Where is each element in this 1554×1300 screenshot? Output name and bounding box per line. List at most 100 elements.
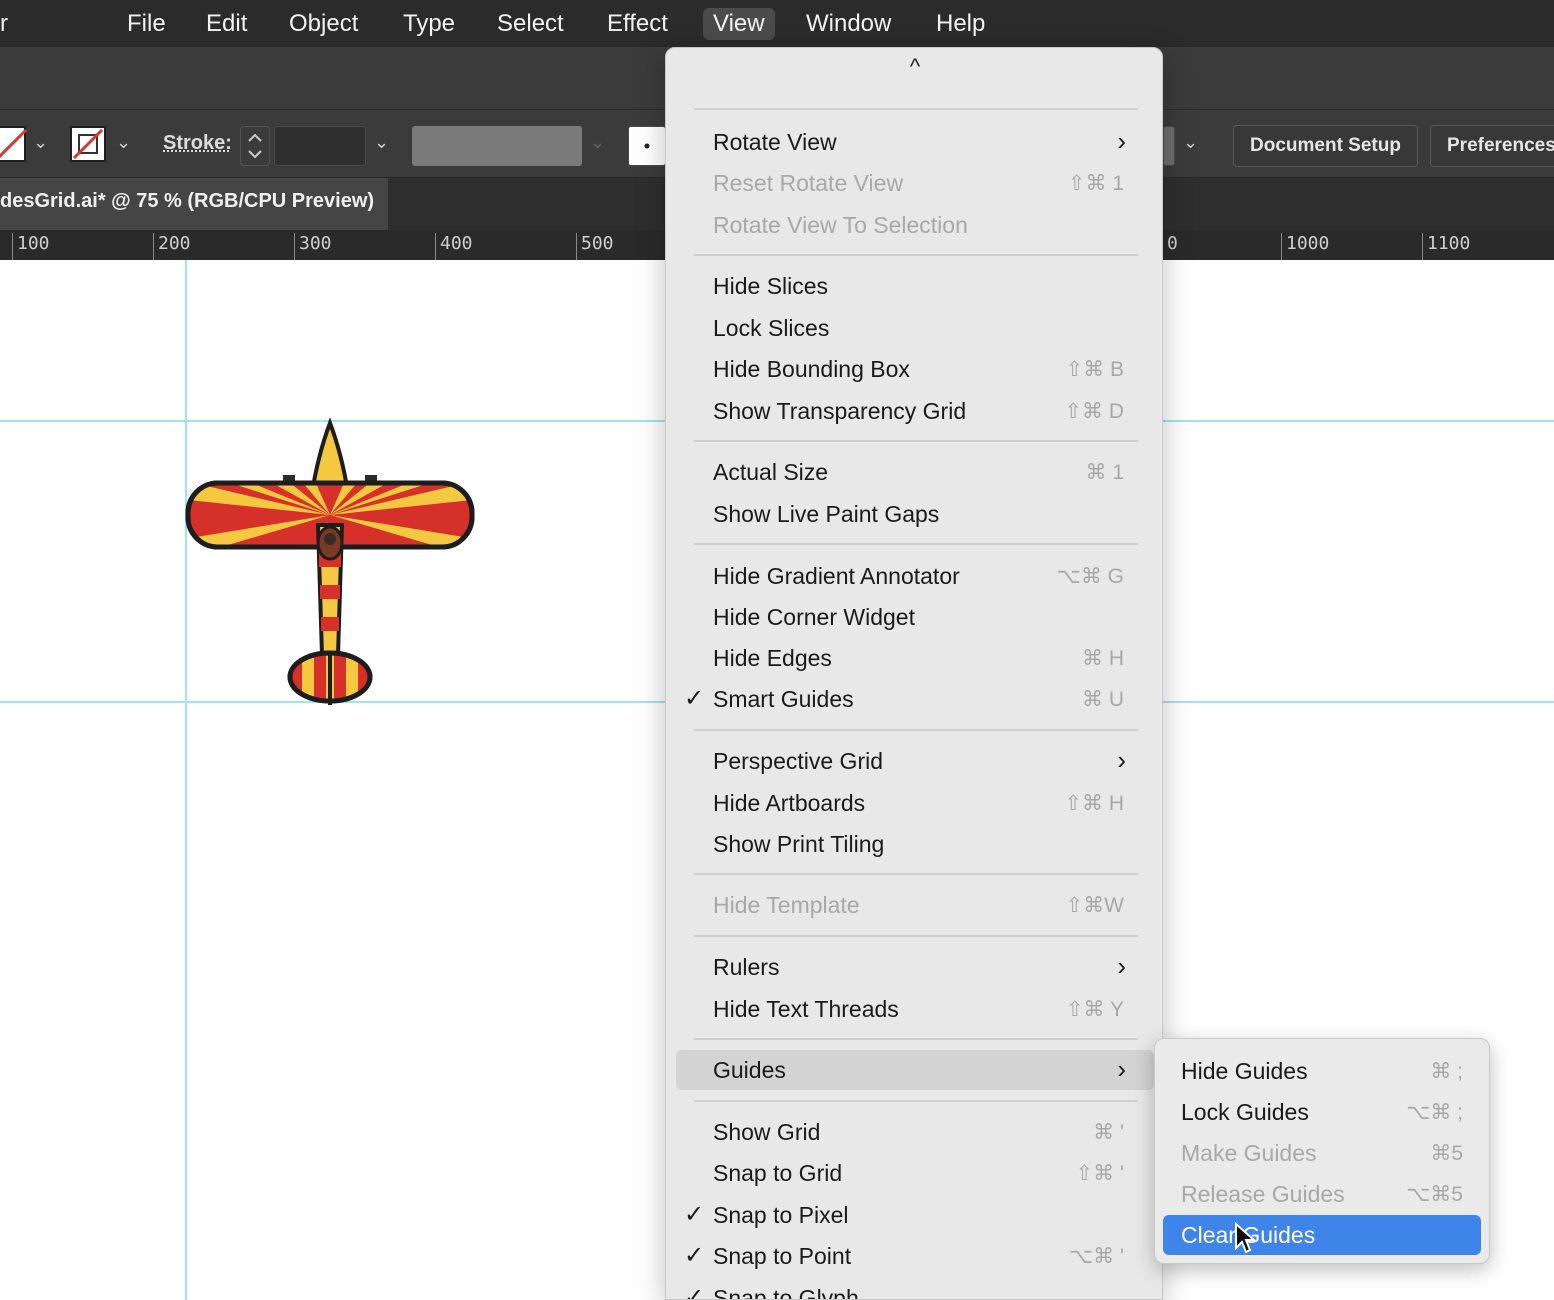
menu-item-label: Show Transparency Grid — [713, 398, 967, 424]
chevron-down-icon[interactable]: ⌄ — [374, 132, 389, 153]
chevron-down-icon[interactable]: ⌄ — [1183, 132, 1198, 153]
menu-type[interactable]: Type — [393, 8, 465, 40]
menu-item-shortcut: ⌘ H — [1082, 647, 1124, 670]
brush-definition[interactable] — [628, 126, 666, 166]
app-menu-fragment[interactable]: r — [0, 10, 8, 38]
chevron-right-icon: › — [1117, 951, 1126, 981]
menu-item-show-transparency-grid[interactable]: Show Transparency Grid ⇧⌘ D — [676, 391, 1154, 431]
menu-item-hide-artboards[interactable]: Hide Artboards ⇧⌘ H — [676, 783, 1154, 823]
menu-item-rotate-view[interactable]: Rotate View › — [676, 122, 1154, 162]
menu-window[interactable]: Window — [796, 8, 901, 40]
menu-item-lock-slices[interactable]: Lock Slices — [676, 308, 1154, 348]
menu-item-rotate-view-to-selection[interactable]: Rotate View To Selection — [676, 205, 1154, 245]
menu-item-snap-to-grid[interactable]: Snap to Grid ⇧⌘ ' — [676, 1153, 1154, 1193]
menu-item-hide-corner-widget[interactable]: Hide Corner Widget — [676, 597, 1154, 637]
menu-edit[interactable]: Edit — [196, 8, 257, 40]
menu-separator — [694, 935, 1138, 937]
stroke-label[interactable]: Stroke: — [163, 132, 232, 155]
dot-icon — [644, 143, 650, 149]
menu-item-actual-size[interactable]: Actual Size ⌘ 1 — [676, 452, 1154, 492]
menu-item-hide-gradient-annotator[interactable]: Hide Gradient Annotator ⌥⌘ G — [676, 556, 1154, 596]
guides-submenu: Hide Guides ⌘ ; Lock Guides ⌥⌘ ; Make Gu… — [1154, 1038, 1490, 1264]
menu-item-label: Guides — [713, 1057, 786, 1083]
menu-file[interactable]: File — [117, 8, 176, 40]
document-setup-button[interactable]: Document Setup — [1233, 125, 1418, 167]
menu-view[interactable]: View — [703, 8, 775, 40]
ruler-tick: 1000 — [1281, 233, 1329, 260]
menu-item-snap-to-pixel[interactable]: ✓ Snap to Pixel — [676, 1195, 1154, 1235]
menu-item-hide-text-threads[interactable]: Hide Text Threads ⇧⌘ Y — [676, 989, 1154, 1029]
menu-item-show-print-tiling[interactable]: Show Print Tiling — [676, 824, 1154, 864]
menu-item-shortcut: ⌘ U — [1082, 688, 1124, 711]
submenu-item-clear-guides[interactable]: Clear Guides — [1163, 1215, 1481, 1255]
menu-item-show-grid[interactable]: Show Grid ⌘ ' — [676, 1112, 1154, 1152]
menu-item-hide-slices[interactable]: Hide Slices — [676, 266, 1154, 306]
chevron-right-icon: › — [1117, 126, 1126, 156]
chevron-right-icon: › — [1117, 745, 1126, 775]
preferences-button[interactable]: Preferences — [1430, 125, 1554, 167]
airplane-artwork[interactable] — [180, 415, 480, 710]
menu-separator — [694, 1038, 1138, 1040]
menu-item-shortcut: ⌥⌘ ' — [1068, 1245, 1124, 1268]
menu-item-label: Show Print Tiling — [713, 831, 885, 857]
menu-item-smart-guides[interactable]: ✓ Smart Guides ⌘ U — [676, 679, 1154, 719]
chevron-down-icon[interactable]: ⌄ — [116, 132, 131, 153]
style-field[interactable] — [1163, 126, 1175, 166]
menu-item-label: Lock Slices — [713, 315, 830, 341]
chevron-down-icon[interactable]: ⌄ — [33, 132, 48, 153]
menu-item-label: Hide Corner Widget — [713, 604, 915, 630]
submenu-item-lock-guides[interactable]: Lock Guides ⌥⌘ ; — [1163, 1092, 1481, 1132]
checkmark-icon: ✓ — [684, 685, 705, 712]
menu-item-label: Hide Text Threads — [713, 996, 899, 1022]
menu-separator — [694, 1100, 1138, 1102]
document-tab-title: desGrid.ai* @ 75 % (RGB/CPU Preview) — [0, 190, 375, 212]
stroke-weight-stepper[interactable] — [240, 126, 270, 166]
menu-help[interactable]: Help — [926, 8, 995, 40]
menu-effect[interactable]: Effect — [597, 8, 678, 40]
no-stroke-icon — [72, 128, 104, 160]
stroke-weight-field[interactable] — [274, 126, 366, 166]
menu-item-shortcut: ⇧⌘ B — [1065, 358, 1124, 381]
menu-item-label: Make Guides — [1181, 1140, 1317, 1166]
menu-item-snap-to-glyph[interactable]: ✓ Snap to Glyph — [676, 1278, 1154, 1299]
menu-select[interactable]: Select — [487, 8, 574, 40]
menu-item-shortcut: ⇧⌘ ' — [1075, 1162, 1124, 1185]
menu-item-shortcut: ⇧⌘ Y — [1065, 998, 1124, 1021]
fill-swatch[interactable] — [0, 126, 28, 162]
menu-item-label: Snap to Point — [713, 1243, 852, 1269]
menu-item-label: Show Live Paint Gaps — [713, 501, 940, 527]
menu-item-shortcut: ⇧⌘ 1 — [1067, 172, 1124, 195]
menu-item-guides[interactable]: Guides › — [676, 1050, 1154, 1090]
menu-item-shortcut: ⌥⌘ G — [1056, 565, 1124, 588]
stroke-swatch[interactable] — [70, 126, 106, 162]
menu-scroll-up-icon[interactable]: ^ — [666, 54, 1162, 80]
menu-separator — [694, 254, 1138, 256]
menu-object[interactable]: Object — [279, 8, 368, 40]
menu-item-reset-rotate-view[interactable]: Reset Rotate View ⇧⌘ 1 — [676, 163, 1154, 203]
menu-item-label: Rotate View — [713, 129, 837, 155]
ruler-tick: 0 — [1167, 233, 1178, 254]
menu-item-shortcut: ⌥⌘5 — [1406, 1183, 1463, 1206]
menu-item-label: Lock Guides — [1181, 1099, 1309, 1125]
submenu-item-release-guides[interactable]: Release Guides ⌥⌘5 — [1163, 1174, 1481, 1214]
menu-item-shortcut: ⌘ ; — [1430, 1060, 1463, 1083]
chevron-down-icon[interactable]: ⌄ — [590, 132, 605, 153]
menu-item-label: Hide Edges — [713, 645, 832, 671]
menu-item-hide-bounding-box[interactable]: Hide Bounding Box ⇧⌘ B — [676, 349, 1154, 389]
menu-item-label: Rulers — [713, 954, 780, 980]
menu-item-perspective-grid[interactable]: Perspective Grid › — [676, 741, 1154, 781]
menu-item-hide-edges[interactable]: Hide Edges ⌘ H — [676, 638, 1154, 678]
variable-width-profile[interactable] — [412, 126, 582, 166]
submenu-item-hide-guides[interactable]: Hide Guides ⌘ ; — [1163, 1051, 1481, 1091]
ruler-tick: 100 — [12, 233, 50, 260]
menu-item-hide-template[interactable]: Hide Template ⇧⌘W — [676, 885, 1154, 925]
document-tab[interactable]: desGrid.ai* @ 75 % (RGB/CPU Preview) — [0, 178, 388, 230]
menu-separator — [694, 543, 1138, 545]
menu-item-show-live-paint-gaps[interactable]: Show Live Paint Gaps — [676, 494, 1154, 534]
menu-item-label: Snap to Pixel — [713, 1202, 849, 1228]
menu-item-label: Hide Template — [713, 892, 860, 918]
stepper-arrows-icon — [248, 133, 262, 159]
menu-item-rulers[interactable]: Rulers › — [676, 947, 1154, 987]
menu-item-snap-to-point[interactable]: ✓ Snap to Point ⌥⌘ ' — [676, 1236, 1154, 1276]
submenu-item-make-guides[interactable]: Make Guides ⌘5 — [1163, 1133, 1481, 1173]
